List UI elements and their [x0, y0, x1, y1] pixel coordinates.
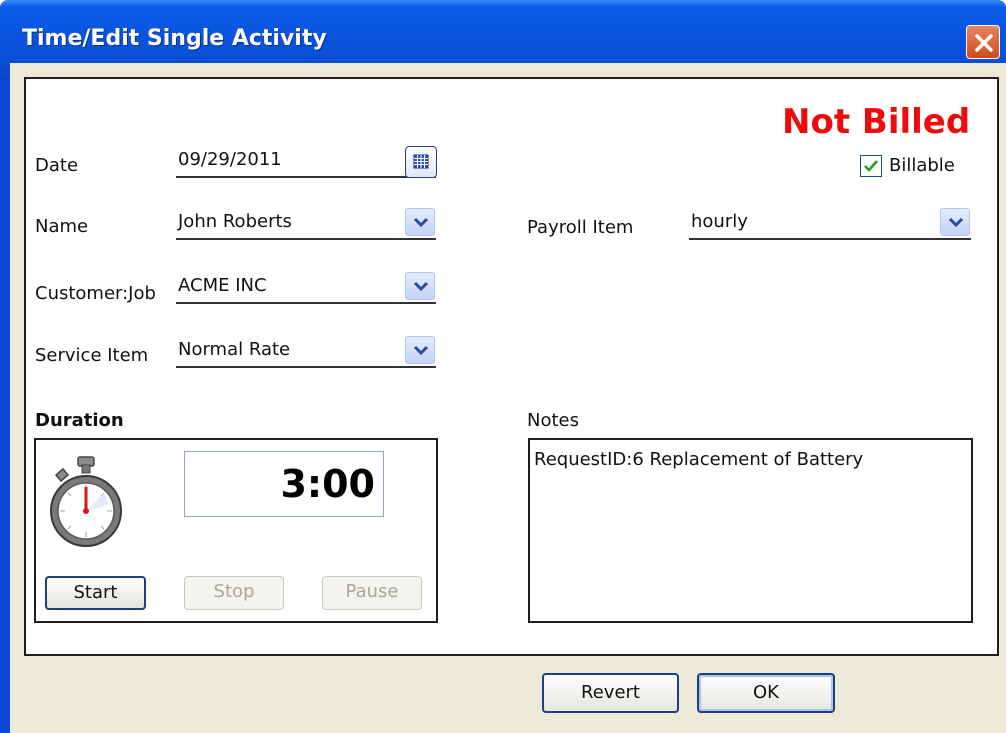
service-item-label: Service Item — [35, 345, 149, 366]
notes-text: RequestID:6 Replacement of Battery — [534, 449, 864, 470]
service-item-value: Normal Rate — [178, 339, 291, 360]
billable-checkbox[interactable] — [860, 155, 882, 177]
name-label: Name — [35, 216, 89, 237]
calendar-icon — [413, 154, 429, 169]
payroll-item-label: Payroll Item — [527, 217, 634, 238]
payroll-item-value: hourly — [691, 211, 748, 232]
customer-job-field[interactable]: ACME INC — [176, 274, 436, 304]
name-dropdown-button[interactable] — [405, 208, 435, 236]
checkmark-icon — [864, 160, 878, 172]
ok-button[interactable]: OK — [697, 673, 835, 713]
payroll-item-dropdown-button[interactable] — [940, 208, 970, 236]
duration-label: Duration — [35, 410, 124, 431]
date-value: 09/29/2011 — [178, 149, 282, 170]
customer-job-label: Customer:Job — [35, 283, 156, 304]
notes-label: Notes — [527, 410, 579, 431]
customer-job-dropdown-button[interactable] — [405, 272, 435, 300]
payroll-item-field[interactable]: hourly — [689, 210, 971, 240]
dialog-window: Time/Edit Single Activity Not Billed Bil… — [0, 0, 1006, 733]
close-button[interactable] — [966, 25, 1000, 59]
stopwatch-icon — [50, 456, 122, 547]
date-label: Date — [35, 155, 79, 176]
billable-label: Billable — [889, 155, 955, 176]
duration-time-display[interactable]: 3:00 — [184, 451, 384, 517]
chevron-down-icon — [413, 217, 429, 228]
customer-job-value: ACME INC — [178, 275, 267, 296]
revert-button[interactable]: Revert — [542, 673, 679, 713]
pause-button[interactable]: Pause — [322, 576, 422, 610]
service-item-dropdown-button[interactable] — [405, 336, 435, 364]
name-value: John Roberts — [178, 211, 292, 232]
date-field[interactable]: 09/29/2011 — [176, 148, 436, 178]
chevron-down-icon — [413, 281, 429, 292]
billing-status: Not Billed — [782, 102, 971, 142]
chevron-down-icon — [948, 217, 964, 228]
start-button[interactable]: Start — [45, 576, 146, 610]
duration-time-value: 3:00 — [280, 462, 375, 506]
close-icon — [975, 34, 993, 52]
window-title: Time/Edit Single Activity — [22, 26, 327, 51]
stop-button[interactable]: Stop — [184, 576, 284, 610]
notes-textarea[interactable]: RequestID:6 Replacement of Battery — [528, 438, 973, 623]
chevron-down-icon — [413, 345, 429, 356]
calendar-button[interactable] — [405, 146, 437, 178]
service-item-field[interactable]: Normal Rate — [176, 338, 436, 368]
name-field[interactable]: John Roberts — [176, 210, 436, 240]
